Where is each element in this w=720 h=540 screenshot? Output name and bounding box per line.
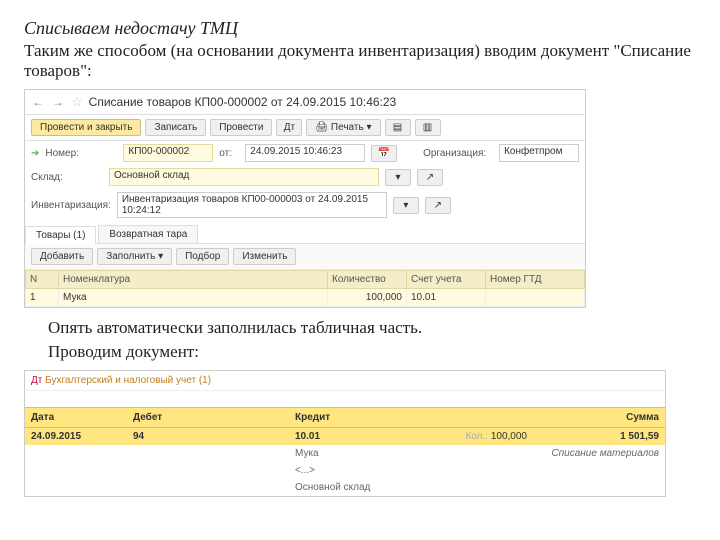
cell-gtd [486, 289, 585, 307]
heading-line1: Списываем недостачу ТМЦ [24, 18, 696, 39]
toolbar-extra-icon-1[interactable]: ▤ [385, 119, 411, 136]
cell-account: 10.01 [407, 289, 486, 307]
toolbar-extra-icon-2[interactable]: ▥ [415, 119, 441, 136]
post-button[interactable]: Провести [210, 119, 272, 136]
number-input[interactable]: КП00-000002 [123, 144, 213, 162]
postings-title: Дт Бухгалтерский и налоговый учет (1) [25, 371, 665, 391]
date-input[interactable]: 24.09.2015 10:46:23 [245, 144, 365, 162]
inventory-input[interactable]: Инвентаризация товаров КП00-000003 от 24… [117, 192, 387, 218]
nav-forward-icon[interactable]: → [51, 95, 65, 109]
change-button[interactable]: Изменить [233, 248, 296, 265]
org-input[interactable]: Конфетпром [499, 144, 579, 162]
table-row[interactable]: 1 Мука 100,000 10.01 [26, 289, 585, 307]
col-gtd: Номер ГТД [486, 271, 585, 289]
warehouse-input[interactable]: Основной склад [109, 168, 379, 186]
cell-debit: 94 [127, 428, 289, 446]
col-debit: Дебет [127, 408, 289, 428]
postings-table: Дата Дебет Кредит Сумма 24.09.2015 94 10… [25, 407, 665, 496]
toolbar: Провести и закрыть Записать Провести Дт … [25, 115, 585, 141]
org-label: Организация: [423, 148, 493, 159]
cell-n: 1 [26, 289, 59, 307]
postings-screenshot: Дт Бухгалтерский и налоговый учет (1) Да… [24, 370, 666, 497]
heading-line2: Таким же способом (на основании документ… [24, 41, 696, 81]
posting-row-wh: Основной склад [25, 479, 665, 496]
post-and-close-button[interactable]: Провести и закрыть [31, 119, 141, 136]
col-account: Счет учета [407, 271, 486, 289]
dt-kt-icon[interactable]: Дт [276, 119, 302, 136]
warehouse-label: Склад: [31, 172, 103, 183]
doc-status-icon: ➜ [31, 148, 39, 159]
table-header-row: N Номенклатура Количество Счет учета Ном… [26, 271, 585, 289]
posting-row-blank: <...> [25, 462, 665, 479]
inventory-open-icon[interactable]: ↗ [425, 197, 451, 214]
col-n: N [26, 271, 59, 289]
writeoff-form-screenshot: ← → ☆ Списание товаров КП00-000002 от 24… [24, 89, 586, 308]
table-toolbar: Добавить Заполнить ▾ Подбор Изменить [25, 244, 585, 270]
col-credit: Кредит [289, 408, 533, 428]
add-button[interactable]: Добавить [31, 248, 93, 265]
print-button[interactable]: 🖨 Печать ▾ [306, 119, 380, 136]
col-qty: Количество [328, 271, 407, 289]
tab-goods[interactable]: Товары (1) [25, 226, 96, 244]
warehouse-select-icon[interactable]: ▾ [385, 169, 411, 186]
dtkt-icon: Дт [31, 375, 42, 386]
inventory-select-icon[interactable]: ▾ [393, 197, 419, 214]
date-label: от: [219, 148, 239, 159]
form-title: Списание товаров КП00-000002 от 24.09.20… [89, 95, 397, 109]
col-sum: Сумма [533, 408, 665, 428]
postings-header-row: Дата Дебет Кредит Сумма [25, 408, 665, 428]
posting-row-main[interactable]: 24.09.2015 94 10.01 Кол.: 100,000 1 501,… [25, 428, 665, 446]
cell-nom: Мука [289, 445, 533, 462]
col-nomenclature: Номенклатура [59, 271, 328, 289]
inventory-label: Инвентаризация: [31, 200, 111, 211]
nav-back-icon[interactable]: ← [31, 95, 45, 109]
cell-date: 24.09.2015 [25, 428, 127, 446]
calendar-icon[interactable]: 📅 [371, 145, 397, 162]
number-label: Номер: [45, 148, 117, 159]
fill-button[interactable]: Заполнить ▾ [97, 248, 172, 265]
cell-sum: 1 501,59 [533, 428, 665, 446]
pick-button[interactable]: Подбор [176, 248, 229, 265]
warehouse-open-icon[interactable]: ↗ [417, 169, 443, 186]
tab-returnable[interactable]: Возвратная тара [98, 225, 198, 243]
favorite-icon[interactable]: ☆ [71, 94, 83, 110]
cell-wh: Основной склад [289, 479, 533, 496]
goods-table: N Номенклатура Количество Счет учета Ном… [25, 270, 585, 307]
mid-text-1: Опять автоматически заполнилась таблична… [48, 318, 696, 338]
cell-qty: 100,000 [328, 289, 407, 307]
cell-desc: Списание материалов [533, 445, 665, 462]
save-button[interactable]: Записать [145, 119, 206, 136]
cell-credit: 10.01 Кол.: 100,000 [289, 428, 533, 446]
tabs: Товары (1) Возвратная тара [25, 225, 585, 244]
cell-nom: Мука [59, 289, 328, 307]
posting-row-detail: Мука Списание материалов [25, 445, 665, 462]
cell-blank: <...> [289, 462, 533, 479]
titlebar: ← → ☆ Списание товаров КП00-000002 от 24… [25, 90, 585, 115]
col-date: Дата [25, 408, 127, 428]
mid-text-2: Проводим документ: [48, 342, 696, 362]
